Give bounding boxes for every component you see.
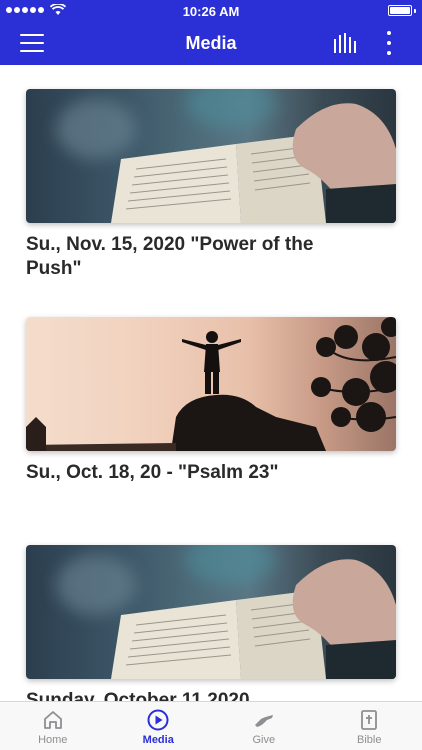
media-item[interactable]: Sunday, October 11 2020	[26, 545, 396, 701]
media-thumbnail[interactable]	[26, 317, 396, 451]
nav-bar: Media	[0, 22, 422, 65]
bible-cross-icon	[361, 710, 378, 730]
tab-label: Home	[38, 734, 68, 746]
media-thumbnail[interactable]	[26, 545, 396, 679]
media-title[interactable]: Sunday, October 11 2020	[26, 689, 336, 701]
tab-home[interactable]: Home	[0, 702, 106, 750]
tab-give[interactable]: Give	[211, 702, 317, 750]
media-title[interactable]: Su., Nov. 15, 2020 "Power of the Push"	[26, 233, 336, 281]
tab-bible[interactable]: Bible	[317, 702, 422, 750]
hand-give-icon	[254, 715, 273, 727]
page-title: Media	[185, 33, 237, 53]
media-thumbnail[interactable]	[26, 89, 396, 223]
media-item[interactable]: Su., Nov. 15, 2020 "Power of the Push"	[26, 89, 396, 281]
media-item[interactable]: Su., Oct. 18, 20 - "Psalm 23"	[26, 317, 396, 485]
battery-group	[388, 5, 416, 16]
home-icon	[43, 711, 62, 729]
status-time: 10:26 AM	[182, 4, 240, 19]
tab-bar: Home Media Give Bible	[0, 701, 422, 750]
battery-icon	[388, 5, 412, 16]
audio-levels-icon[interactable]	[333, 33, 357, 53]
more-options-icon[interactable]	[383, 31, 395, 55]
tab-label: Give	[252, 734, 276, 746]
tab-media[interactable]: Media	[106, 702, 212, 750]
tab-label: Media	[142, 734, 174, 746]
tab-label: Bible	[357, 734, 382, 746]
play-circle-icon	[147, 709, 169, 731]
media-title[interactable]: Su., Oct. 18, 20 - "Psalm 23"	[26, 461, 336, 485]
media-list[interactable]: Su., Nov. 15, 2020 "Power of the Push" S…	[0, 65, 422, 701]
status-bar: 10:26 AM	[0, 0, 422, 22]
